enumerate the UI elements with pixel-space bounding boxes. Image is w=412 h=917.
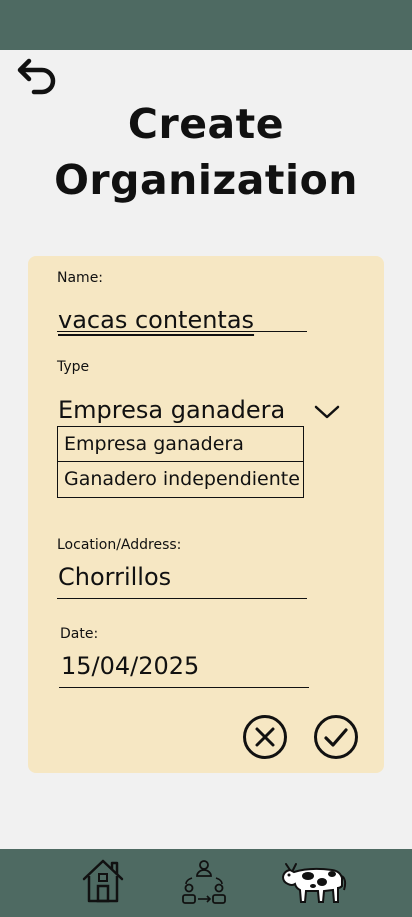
name-field-underline [57,331,307,332]
type-option-empresa-ganadera[interactable]: Empresa ganadera [58,427,303,462]
organization-network-icon[interactable] [180,858,228,906]
page-title-line-2: Organization [54,156,358,204]
page-title-line-1: Create [127,100,285,148]
top-app-bar [0,0,412,50]
date-field-underline [59,687,309,688]
location-field-underline [57,598,307,599]
confirm-button[interactable] [313,714,359,760]
cancel-button[interactable] [242,714,288,760]
type-options-list: Empresa ganadera Ganadero independiente [57,426,304,498]
back-button[interactable] [14,56,60,96]
page-title: Create Organization [0,96,412,208]
circle-check-icon [314,715,358,759]
back-arrow-icon [17,58,56,95]
date-field[interactable]: 15/04/2025 [61,651,199,681]
cow-icon[interactable] [280,858,350,906]
name-label: Name: [57,270,104,286]
type-selected-value: Empresa ganadera [58,396,286,424]
type-label: Type [57,359,90,375]
type-option-ganadero-independiente[interactable]: Ganadero independiente [58,462,303,497]
type-select[interactable]: Empresa ganadera [58,395,348,427]
date-label: Date: [60,626,99,642]
chevron-down-icon[interactable] [313,403,341,421]
circle-x-icon [243,715,287,759]
location-label: Location/Address: [57,537,182,553]
location-field[interactable]: Chorrillos [58,562,171,592]
home-icon[interactable] [80,857,126,903]
